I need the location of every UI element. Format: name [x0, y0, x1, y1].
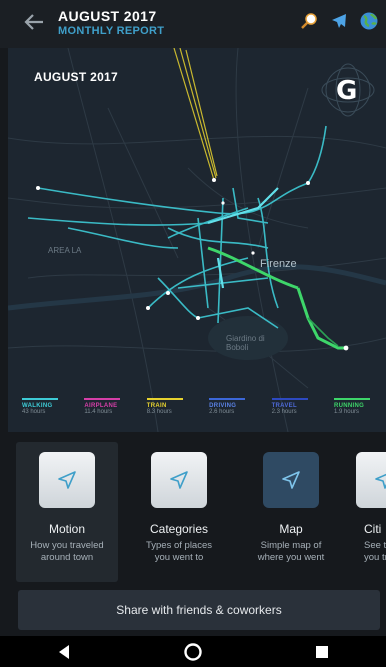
airplane-button[interactable] [328, 10, 350, 32]
legend-bar [22, 398, 58, 400]
tile-description: Simple map of where you went [240, 540, 342, 564]
legend-train: TRAIN 8.3 hours [146, 398, 195, 415]
legend-airplane: AIRPLANE 11.4 hours [84, 398, 132, 415]
tile-icon [39, 452, 95, 508]
tile-icon [151, 452, 207, 508]
navigation-arrow-icon [170, 471, 188, 489]
nav-recents-button[interactable] [310, 640, 334, 664]
legend-value: 43 hours [22, 409, 46, 415]
search-button[interactable] [298, 10, 320, 32]
navigation-arrow-icon [58, 471, 76, 489]
page-title: AUGUST 2017 [58, 8, 157, 24]
map-title: AUGUST 2017 [34, 70, 118, 84]
tile-icon [356, 452, 386, 508]
navigation-arrow-icon [282, 471, 300, 489]
nav-back-button[interactable] [52, 640, 76, 664]
search-icon [301, 13, 317, 29]
share-button[interactable]: Share with friends & coworkers [18, 590, 380, 630]
logo: G [336, 76, 358, 106]
activity-legend: WALKING 43 hours AIRPLANE 11.4 hours TRA… [22, 398, 382, 415]
legend-bar [84, 398, 121, 400]
legend-walking: WALKING 43 hours [22, 398, 70, 415]
nav-home-button[interactable] [181, 640, 205, 664]
report-tiles: Motion How you traveled around town Cate… [16, 442, 386, 582]
legend-running: RUNNING 1.9 hours [333, 398, 382, 415]
header-titles: AUGUST 2017 MONTHLY REPORT [58, 8, 164, 38]
legend-bar [146, 398, 183, 400]
arrow-left-icon [24, 14, 43, 30]
legend-bar [271, 398, 308, 400]
tile-title: Categories [149, 522, 209, 536]
tile-description-line: you went to [154, 552, 204, 563]
tile-categories[interactable]: Categories Types of places you went to [128, 442, 230, 582]
park-label: Giardino di Boboli [226, 334, 265, 352]
system-nav-bar [0, 636, 386, 667]
tile-map[interactable]: Map Simple map of where you went [240, 442, 342, 582]
tile-cities[interactable]: Citi See the p you trav [342, 442, 386, 582]
tile-description-line: See the p [364, 540, 386, 551]
tile-description-line: you trav [364, 552, 386, 563]
navigation-arrow-icon [375, 473, 386, 489]
tile-description: See the p you trav [346, 540, 386, 564]
back-button[interactable] [18, 8, 50, 36]
legend-value: 8.3 hours [146, 409, 172, 415]
tile-description-line: Types of places [145, 540, 212, 551]
app-bar: AUGUST 2017 MONTHLY REPORT [0, 0, 386, 48]
home-circle-icon [184, 642, 202, 661]
legend-travel: TRAVEL 2.3 hours [271, 398, 320, 415]
travel-map [8, 48, 386, 432]
tile-description-line: where you went [257, 552, 325, 563]
tile-description-line: around town [40, 552, 94, 563]
tile-description: How you traveled around town [16, 540, 118, 564]
city-label: Firenze [260, 258, 297, 270]
tile-description-line: How you traveled [30, 540, 104, 551]
legend-value: 2.3 hours [271, 409, 297, 415]
legend-bar [333, 398, 370, 400]
tile-description-line: Simple map of [260, 540, 322, 551]
legend-driving: DRIVING 2.6 hours [209, 398, 257, 415]
monthly-map-card[interactable]: AUGUST 2017 G Firenze AREA LA Giardino d… [8, 48, 386, 432]
tile-icon [263, 452, 319, 508]
street-label: AREA LA [48, 246, 82, 255]
airplane-icon [332, 14, 346, 28]
header-actions [298, 10, 380, 32]
page-subtitle: MONTHLY REPORT [58, 25, 165, 37]
triangle-back-icon [59, 644, 70, 659]
tile-description: Types of places you went to [128, 540, 230, 564]
legend-value: 2.6 hours [209, 409, 235, 415]
legend-value: 11.4 hours [84, 409, 113, 415]
legend-bar [209, 398, 246, 400]
tile-motion[interactable]: Motion How you traveled around town [16, 442, 118, 582]
tile-title: Map [279, 522, 303, 536]
globe-icon [360, 12, 378, 30]
tile-title: Motion [48, 522, 86, 536]
square-recents-icon [315, 645, 328, 658]
tile-title: Citi [364, 522, 382, 536]
legend-value: 1.9 hours [333, 409, 359, 415]
globe-button[interactable] [358, 10, 380, 32]
